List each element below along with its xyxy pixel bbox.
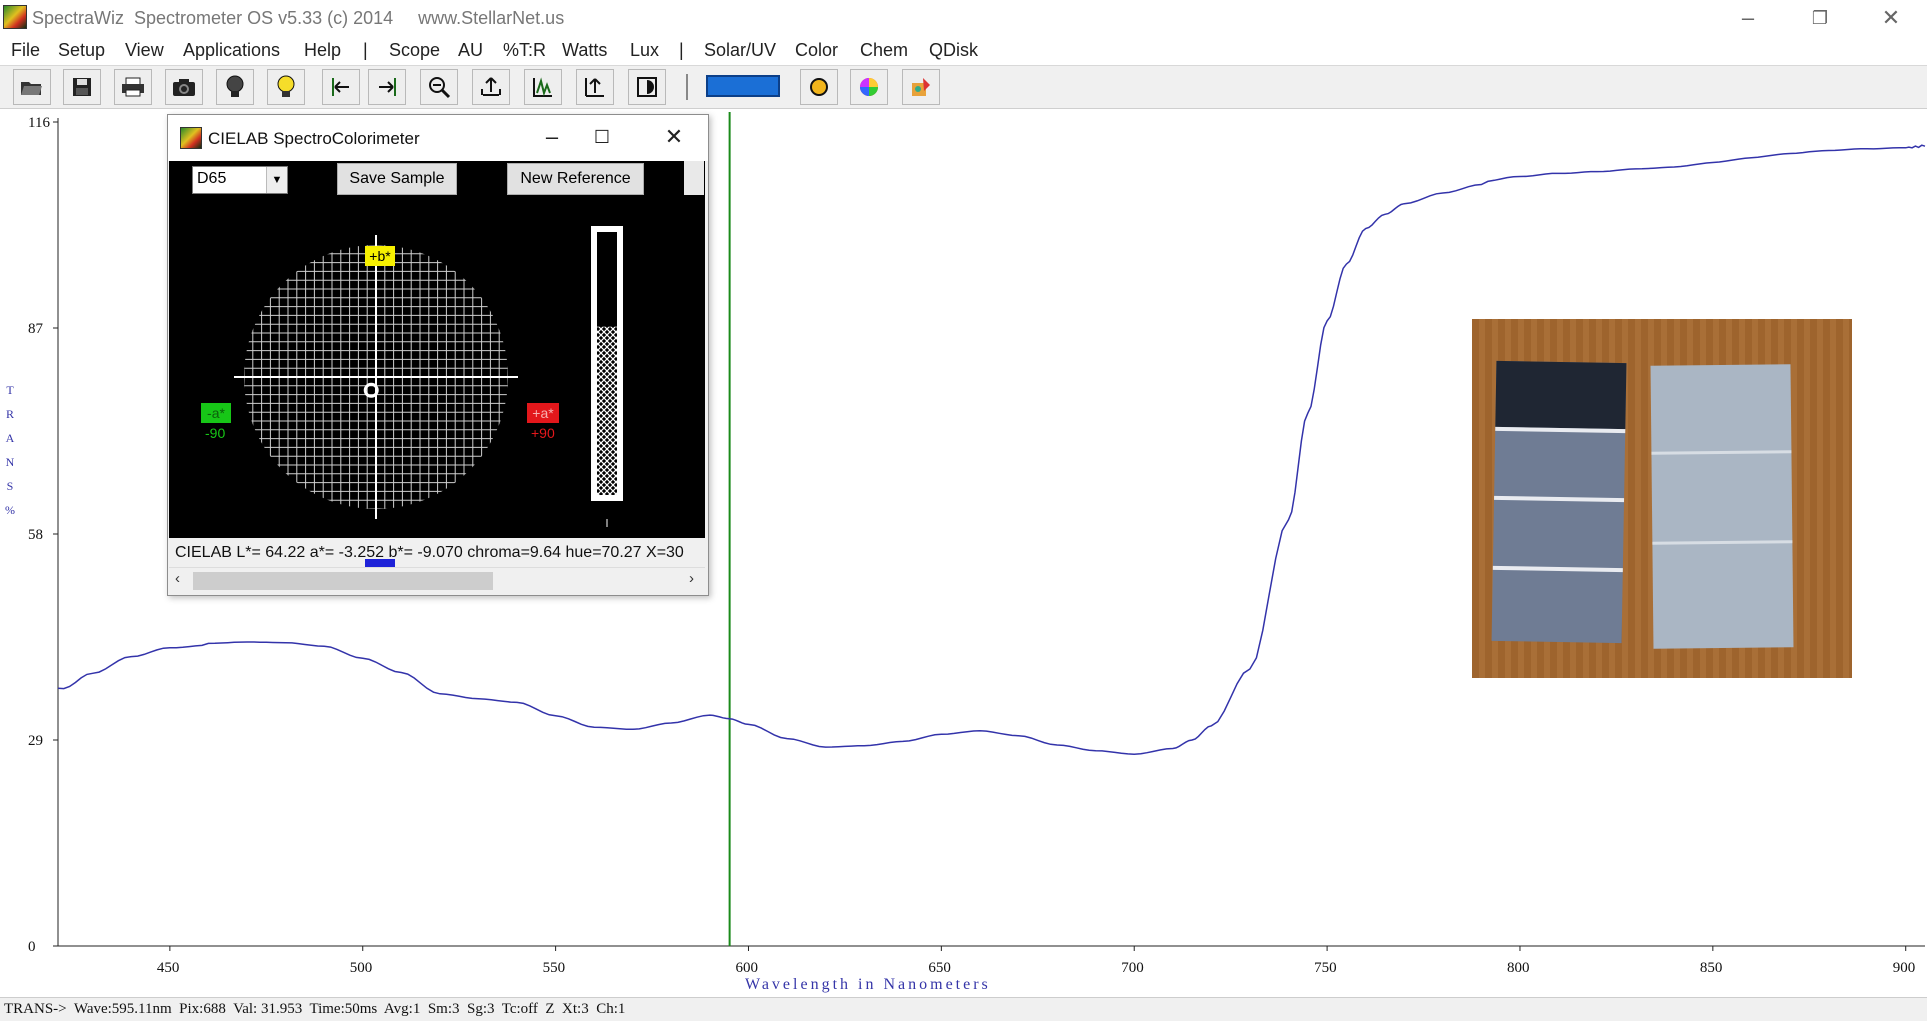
zoom-icon[interactable] xyxy=(420,69,458,105)
menu-separator-2: | xyxy=(679,40,684,60)
bulb-dark-icon[interactable] xyxy=(216,69,254,105)
bulb-icon[interactable] xyxy=(267,69,305,105)
minimize-button[interactable]: – xyxy=(1725,4,1771,32)
toolbar-separator xyxy=(686,74,688,100)
status-text: TRANS-> Wave:595.11nm Pix:688 Val: 31.95… xyxy=(4,1001,626,1017)
dialog-close-button[interactable]: ✕ xyxy=(654,123,694,151)
menu-tr[interactable]: %T:R xyxy=(503,40,546,61)
y-axis-title-letter: N xyxy=(5,455,15,469)
window-title: SpectraWiz Spectrometer OS v5.33 (c) 201… xyxy=(32,8,565,28)
scroll-left-icon[interactable]: ‹ xyxy=(175,570,180,587)
menu-separator: | xyxy=(363,40,368,60)
menu-setup[interactable]: Setup xyxy=(58,40,105,61)
y-tick-label: 87 xyxy=(28,321,44,337)
dialog-maximize-button[interactable]: ☐ xyxy=(582,123,622,151)
dialog-app-icon xyxy=(180,127,202,149)
dialog-title-bar[interactable]: CIELAB SpectroColorimeter – ☐ ✕ xyxy=(168,115,708,161)
color-bar[interactable] xyxy=(706,75,780,97)
y-axis-title-letter: R xyxy=(5,407,14,421)
half-circle-icon[interactable] xyxy=(628,69,666,105)
x-tick-label: 450 xyxy=(157,960,180,976)
menu-applications[interactable]: Applications xyxy=(183,40,280,61)
menu-bar: File Setup View Applications Help | Scop… xyxy=(0,37,1927,66)
minus-a-label: -a* xyxy=(201,403,231,423)
sample-photo xyxy=(1472,319,1852,678)
scroll-thumb[interactable] xyxy=(193,572,493,590)
left-arrow-icon[interactable] xyxy=(322,69,360,105)
app-logo-icon xyxy=(3,5,27,29)
close-button[interactable]: ✕ xyxy=(1868,4,1914,32)
paint-icon[interactable] xyxy=(902,69,940,105)
x-tick-label: 550 xyxy=(543,960,566,976)
sun-icon[interactable] xyxy=(800,69,838,105)
cielab-readout: CIELAB L*= 64.22 a*= -3.252 b*= -9.070 c… xyxy=(175,544,684,561)
x-tick-label: 750 xyxy=(1314,960,1337,976)
y-tick-label: 29 xyxy=(28,733,43,749)
y-axis-title-letter: S xyxy=(6,479,14,493)
x-tick-label: 900 xyxy=(1893,960,1916,976)
light-swatch-strip xyxy=(1650,364,1794,649)
plus-b-label: +b* xyxy=(365,246,395,266)
x-tick-label: 650 xyxy=(928,960,951,976)
peak-icon[interactable] xyxy=(524,69,562,105)
x-tick-label: 700 xyxy=(1121,960,1144,976)
minus-90-label: -90 xyxy=(205,425,226,441)
color-wheel-icon[interactable] xyxy=(850,69,888,105)
y-axis-title: T R A N S % xyxy=(3,378,17,522)
x-axis-title: Wavelength in Nanometers xyxy=(745,976,991,993)
menu-chem[interactable]: Chem xyxy=(860,40,908,61)
open-icon[interactable] xyxy=(13,69,51,105)
scale-icon[interactable] xyxy=(576,69,614,105)
chevron-down-icon[interactable]: ▼ xyxy=(266,167,287,193)
illuminant-select[interactable]: D65 ▼ xyxy=(192,166,288,194)
dialog-minimize-button[interactable]: – xyxy=(532,123,572,151)
menu-watts[interactable]: Watts xyxy=(562,40,607,61)
lightness-bar-fill xyxy=(597,326,617,495)
toolbar xyxy=(0,66,1927,109)
menu-lux[interactable]: Lux xyxy=(630,40,659,61)
horizontal-scrollbar[interactable]: ‹ › xyxy=(169,567,705,594)
menu-au[interactable]: AU xyxy=(458,40,483,61)
print-icon[interactable] xyxy=(114,69,152,105)
x-tick-label: 800 xyxy=(1507,960,1530,976)
plus-90-label: +90 xyxy=(531,425,555,441)
y-tick-label: 116 xyxy=(28,115,50,131)
dialog-title: CIELAB SpectroColorimeter xyxy=(208,129,420,148)
menu-file[interactable]: File xyxy=(11,40,40,61)
expand-icon[interactable] xyxy=(472,69,510,105)
x-tick-label: 850 xyxy=(1700,960,1723,976)
dialog-side-strip xyxy=(684,161,704,195)
color-space-panel: +b* -b* -a* +a* -90 +90 xyxy=(169,161,705,579)
save-icon[interactable] xyxy=(63,69,101,105)
menu-help[interactable]: Help xyxy=(304,40,341,61)
ab-chart xyxy=(234,226,623,527)
y-tick-label: 0 xyxy=(28,939,36,955)
y-tick-label: 58 xyxy=(28,527,43,543)
y-axis-title-letter: A xyxy=(5,431,15,445)
x-tick-label: 500 xyxy=(350,960,373,976)
menu-color[interactable]: Color xyxy=(795,40,838,61)
camera-icon[interactable] xyxy=(165,69,203,105)
menu-solar-uv[interactable]: Solar/UV xyxy=(704,40,776,61)
cielab-dialog[interactable]: CIELAB SpectroColorimeter – ☐ ✕ +b* -b* … xyxy=(167,114,709,596)
status-bar: TRANS-> Wave:595.11nm Pix:688 Val: 31.95… xyxy=(0,997,1927,1021)
illuminant-value: D65 xyxy=(197,170,227,187)
y-axis-title-letter: % xyxy=(5,503,15,517)
dark-swatch-strip xyxy=(1491,360,1627,644)
plus-a-label: +a* xyxy=(527,403,559,423)
menu-view[interactable]: View xyxy=(125,40,164,61)
right-arrow-icon[interactable] xyxy=(368,69,406,105)
menu-scope[interactable]: Scope xyxy=(389,40,440,61)
y-axis-title-letter: T xyxy=(6,383,14,397)
title-bar: SpectraWiz Spectrometer OS v5.33 (c) 201… xyxy=(0,0,1927,37)
menu-qdisk[interactable]: QDisk xyxy=(929,40,978,61)
save-sample-button[interactable]: Save Sample xyxy=(337,163,457,195)
new-reference-button[interactable]: New Reference xyxy=(507,163,644,195)
scroll-right-icon[interactable]: › xyxy=(689,570,694,587)
x-tick-label: 600 xyxy=(735,960,758,976)
restore-button[interactable]: ❐ xyxy=(1797,4,1843,32)
